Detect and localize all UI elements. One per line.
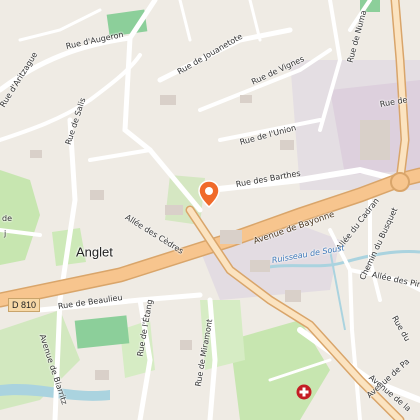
map-canvas — [0, 0, 420, 420]
street-label-fragment: de — [2, 214, 12, 223]
place-label: Anglet — [76, 244, 113, 260]
road-shield: D 810 — [8, 298, 41, 312]
street-label-fragment: j — [4, 229, 7, 238]
map-view[interactable]: Rue d'Augeron Rue d'Aritzague Rue de Sal… — [0, 0, 420, 420]
